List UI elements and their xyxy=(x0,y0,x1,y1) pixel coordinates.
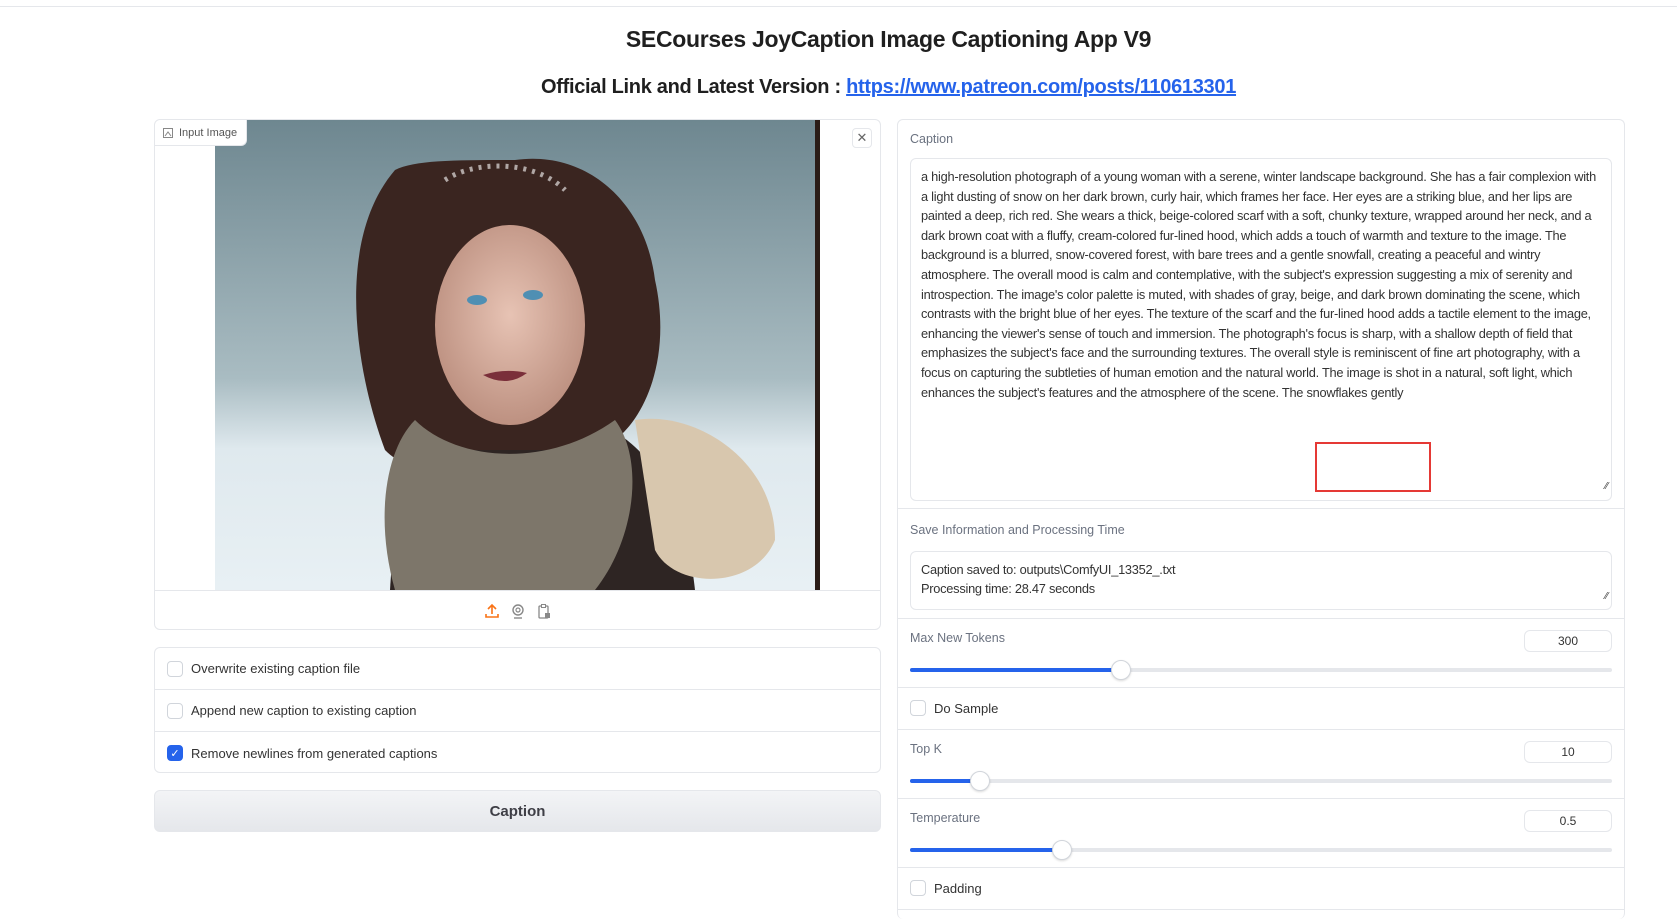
upload-icon[interactable] xyxy=(484,603,500,619)
max-new-tokens-slider: Max New Tokens 300 xyxy=(898,619,1624,688)
subtitle: Official Link and Latest Version : https… xyxy=(0,76,1677,99)
caption-label: Caption xyxy=(910,132,954,146)
caption-text: a high-resolution photograph of a young … xyxy=(921,169,1596,400)
slider-thumb[interactable] xyxy=(970,771,991,791)
patreon-link[interactable]: https://www.patreon.com/posts/110613301 xyxy=(846,76,1236,98)
checkbox[interactable] xyxy=(167,660,183,677)
top-k-slider: Top K 10 xyxy=(898,730,1624,799)
input-image-panel[interactable]: Input Image ✕ xyxy=(154,119,881,630)
slider-thumb[interactable] xyxy=(1110,660,1131,680)
image-source-toolbar xyxy=(155,590,880,631)
save-path-text: Caption saved to: outputs\ComfyUI_13352_… xyxy=(921,562,1176,577)
slider-fill xyxy=(910,668,1121,672)
padding-checkbox[interactable]: Padding xyxy=(910,880,982,896)
resize-handle-icon[interactable]: ⁄⁄ xyxy=(1605,477,1608,497)
checkbox[interactable] xyxy=(910,880,926,896)
checkbox-label: Remove newlines from generated captions xyxy=(191,745,438,761)
temperature-input[interactable]: 0.5 xyxy=(1524,810,1612,832)
top-divider xyxy=(0,6,1677,7)
page-title: SECourses JoyCaption Image Captioning Ap… xyxy=(625,26,1152,52)
slider-label: Max New Tokens xyxy=(910,631,1005,645)
caption-section: Caption a high-resolution photograph of … xyxy=(898,120,1624,509)
output-panel: Caption a high-resolution photograph of … xyxy=(897,119,1625,919)
processing-time-text: Processing time: 28.47 seconds xyxy=(921,581,1095,596)
annotation-box xyxy=(1315,442,1431,492)
input-image-label-text: Input Image xyxy=(179,126,238,139)
checkbox-label: Overwrite existing caption file xyxy=(191,661,361,676)
checkbox-label: Append new caption to existing caption xyxy=(191,703,417,718)
top-k-input[interactable]: 10 xyxy=(1524,741,1612,763)
slider-track[interactable] xyxy=(910,660,1612,680)
temperature-slider: Temperature 0.5 xyxy=(898,799,1624,868)
slider-label: Temperature xyxy=(910,811,981,825)
checkbox-checked[interactable]: ✓ xyxy=(167,745,183,761)
clear-image-button[interactable]: ✕ xyxy=(852,128,872,148)
checkbox-label: Do Sample xyxy=(934,700,999,716)
caption-textarea[interactable]: a high-resolution photograph of a young … xyxy=(910,158,1612,501)
webcam-icon[interactable] xyxy=(510,603,526,619)
checkbox[interactable] xyxy=(910,700,926,716)
max-new-tokens-input[interactable]: 300 xyxy=(1524,630,1612,652)
slider-label: Top K xyxy=(910,742,942,756)
padding-section: Padding xyxy=(898,868,1624,910)
slider-track[interactable] xyxy=(910,771,1612,791)
checkbox[interactable] xyxy=(167,702,183,719)
do-sample-section: Do Sample xyxy=(898,688,1624,730)
do-sample-checkbox[interactable]: Do Sample xyxy=(910,700,998,716)
input-image-label: Input Image xyxy=(155,120,248,146)
slider-track[interactable] xyxy=(910,840,1612,860)
input-image-preview xyxy=(215,120,820,590)
resize-handle-icon[interactable]: ⁄⁄ xyxy=(1605,587,1608,606)
slider-fill xyxy=(910,848,1062,852)
options-group: Overwrite existing caption file Append n… xyxy=(154,647,881,773)
append-caption-checkbox[interactable]: Append new caption to existing caption xyxy=(155,690,880,732)
caption-button[interactable]: Caption xyxy=(154,790,881,832)
save-info-label: Save Information and Processing Time xyxy=(910,523,1125,537)
save-info-textarea[interactable]: Caption saved to: outputs\ComfyUI_13352_… xyxy=(910,551,1612,610)
clipboard-icon[interactable] xyxy=(536,603,552,619)
link-prefix: Official Link and Latest Version : xyxy=(540,76,847,98)
overwrite-caption-checkbox[interactable]: Overwrite existing caption file xyxy=(155,648,880,690)
save-info-section: Save Information and Processing Time Cap… xyxy=(898,509,1624,619)
image-icon xyxy=(163,127,173,138)
slider-thumb[interactable] xyxy=(1051,840,1072,860)
checkbox-label: Padding xyxy=(934,880,982,896)
remove-newlines-checkbox[interactable]: ✓ Remove newlines from generated captions xyxy=(155,732,880,774)
